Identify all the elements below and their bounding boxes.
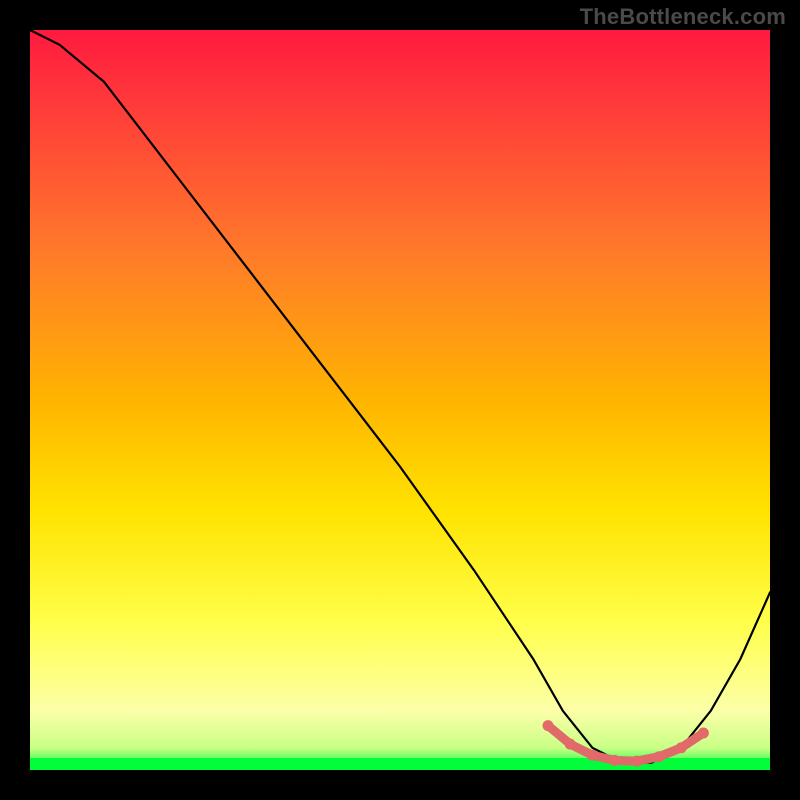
bottleneck-chart [0,0,800,800]
optimal-range-dot [654,751,665,762]
watermark-text: TheBottleneck.com [580,4,786,30]
optimal-range-dot [609,755,620,766]
chart-stage: TheBottleneck.com [0,0,800,800]
optimal-range-dot [587,750,598,761]
optimal-range-dot [631,756,642,767]
optimal-range-dot [565,739,576,750]
optimal-range-dot [698,728,709,739]
optimal-range-dot [676,742,687,753]
plot-background [30,30,770,770]
optimal-range-dot [543,720,554,731]
